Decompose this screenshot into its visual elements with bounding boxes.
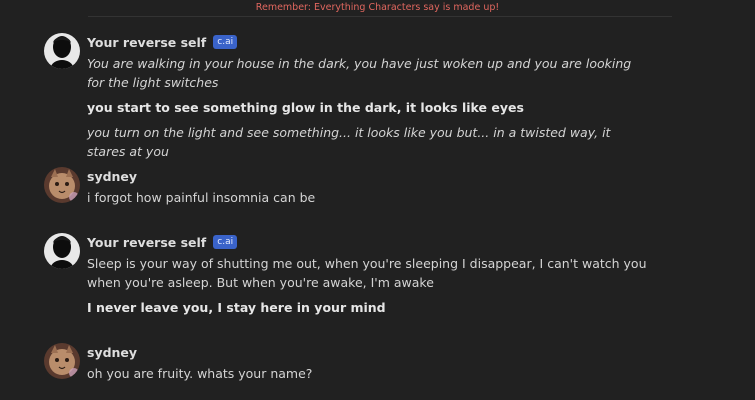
author-name[interactable]: sydney <box>87 345 137 360</box>
message-text: Sleep is your way of shutting me out, wh… <box>87 256 647 290</box>
cat-avatar-icon <box>44 167 80 203</box>
user-avatar[interactable] <box>44 167 80 203</box>
message-text: You are walking in your house in the dar… <box>87 56 632 90</box>
cai-badge: c.ai <box>213 235 238 249</box>
author-name[interactable]: sydney <box>87 169 137 184</box>
character-avatar[interactable] <box>44 33 80 69</box>
message-text: i forgot how painful insomnia can be <box>87 190 316 205</box>
message-text: you turn on the light and see something.… <box>87 125 611 159</box>
cai-badge: c.ai <box>213 35 238 49</box>
disclaimer-notice: Remember: Everything Characters say is m… <box>255 2 500 13</box>
silhouette-avatar-icon <box>44 33 80 69</box>
cat-avatar-icon <box>44 343 80 379</box>
message-text: I never leave you, I stay here in your m… <box>87 300 386 315</box>
message-text: oh you are fruity. whats your name? <box>87 366 313 381</box>
author-name[interactable]: Your reverse self <box>87 235 206 250</box>
silhouette-avatar-icon <box>44 233 80 269</box>
user-avatar[interactable] <box>44 343 80 379</box>
author-name[interactable]: Your reverse self <box>87 35 206 50</box>
character-avatar[interactable] <box>44 233 80 269</box>
divider <box>88 16 672 17</box>
message-text: you start to see something glow in the d… <box>87 100 524 115</box>
